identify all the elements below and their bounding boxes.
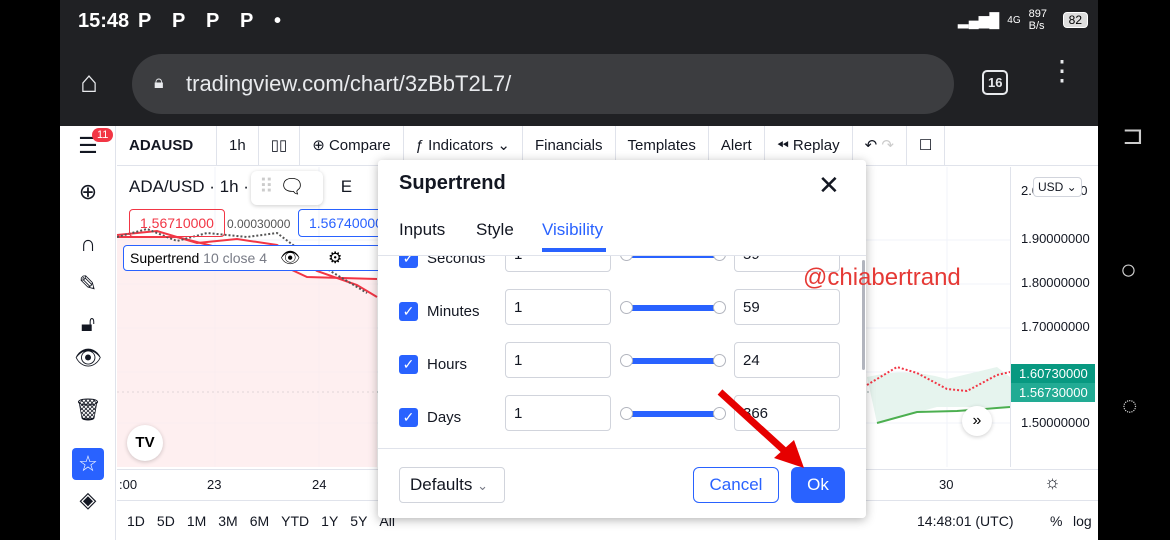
price-axis[interactable]: 2.0 00 USD ⌄ 1.90000000 1.80000000 1.700… [1010, 167, 1098, 467]
to-input[interactable]: 24 [734, 342, 840, 378]
status-bar: 15:48 P P P P • ▂▄▆█ 4G 897 B/s 82 [60, 0, 1098, 48]
url-text: tradingview.com/chart/3zBbT2L7/ [186, 71, 512, 96]
slider-handle-max[interactable] [713, 301, 726, 314]
home-circle-icon[interactable]: ○ [1120, 254, 1137, 286]
home-icon[interactable]: ⌂ [80, 66, 98, 100]
active-tab-indicator [542, 248, 606, 252]
range-buttons: 1D 5D 1M 3M 6M YTD 1Y 5Y All [127, 513, 395, 529]
checkbox[interactable]: ✓ [399, 408, 418, 427]
notification-icon: P [172, 10, 186, 32]
notification-icon: P [138, 10, 152, 32]
trash-icon[interactable]: 🗑︎ [74, 396, 102, 424]
row-label: Days [427, 409, 462, 426]
from-input[interactable]: 1 [505, 289, 611, 325]
tab-count-button[interactable]: 16 [982, 70, 1009, 95]
settings-gear-icon[interactable]: ⚙︎ [328, 248, 342, 268]
row-label: Minutes [427, 303, 480, 320]
more-menu-icon[interactable]: ⋮ [1048, 57, 1076, 85]
drag-handle-icon[interactable]: ⠿ [259, 176, 274, 198]
scroll-to-realtime-button[interactable]: » [962, 406, 992, 436]
range-slider[interactable] [620, 301, 726, 314]
notification-badge: 11 [92, 128, 114, 142]
network-speed: 897 B/s [1028, 8, 1047, 32]
range-slider[interactable] [620, 407, 726, 420]
notification-dot: • [274, 10, 282, 32]
candle-style-icon[interactable]: ▯▯ [259, 126, 301, 165]
price-badge-current: 1.56730000 [1011, 383, 1095, 402]
red-arrow-annotation [717, 389, 804, 468]
function-icon: ƒ [415, 137, 429, 154]
unlock-icon[interactable]: 🔓︎ [74, 310, 102, 338]
from-input[interactable]: 1 [505, 342, 611, 378]
tab-inputs[interactable]: Inputs [399, 220, 445, 240]
range-1m[interactable]: 1M [187, 513, 206, 529]
range-slider[interactable] [620, 354, 726, 367]
close-icon[interactable]: ✕ [818, 170, 840, 201]
recents-icon[interactable]: ◌ [1122, 390, 1137, 421]
notification-icon: P [206, 10, 220, 32]
range-1d[interactable]: 1D [127, 513, 145, 529]
visibility-row-minutes: ✓ Minutes 1 59 [378, 289, 866, 341]
utc-clock[interactable]: 14:48:01 (UTC) [917, 513, 1013, 529]
android-nav-bar: ⊐ ○ ◌ [1098, 0, 1170, 540]
floating-toolbar[interactable]: ⠿ 🗨︎ [251, 171, 323, 205]
range-ytd[interactable]: YTD [281, 513, 309, 529]
battery-icon: 82 [1062, 12, 1088, 28]
sell-price[interactable]: 1.56710000 [129, 209, 225, 237]
spread: 0.00030000 [227, 217, 291, 231]
layers-icon[interactable]: ◈ [74, 486, 102, 514]
browser-bar: ⌂ 🔒︎ tradingview.com/chart/3zBbT2L7/ 16 … [60, 48, 1098, 126]
range-6m[interactable]: 6M [250, 513, 269, 529]
eye-icon[interactable]: 👁︎ [280, 248, 300, 268]
defaults-dropdown[interactable]: Defaults ⌄ [399, 467, 505, 503]
slider-handle-min[interactable] [620, 354, 633, 367]
rewind-icon: ⏪︎ [776, 137, 793, 154]
network-type: 4G [1007, 14, 1021, 26]
price-badge-up: 1.60730000 [1011, 364, 1095, 383]
checkbox[interactable]: ✓ [399, 355, 418, 374]
range-3m[interactable]: 3M [218, 513, 237, 529]
slider-handle-min[interactable] [620, 301, 633, 314]
zoom-in-icon[interactable]: ⊕ [74, 178, 102, 206]
tab-visibility[interactable]: Visibility [542, 220, 603, 240]
tradingview-logo: TV [127, 425, 163, 461]
range-1y[interactable]: 1Y [321, 513, 338, 529]
currency-select[interactable]: USD ⌄ [1033, 177, 1082, 197]
range-5d[interactable]: 5D [157, 513, 175, 529]
buy-price[interactable]: 1.56740000 [298, 209, 388, 237]
percent-toggle[interactable]: % [1050, 513, 1062, 529]
url-bar[interactable]: 🔒︎ tradingview.com/chart/3zBbT2L7/ [132, 54, 954, 114]
plus-circle-icon: ⊕ [312, 137, 329, 154]
signal-icon: ▂▄▆█ [957, 11, 1000, 28]
magnet-icon[interactable]: ∩ [74, 230, 102, 258]
comment-icon[interactable]: 🗨︎ [279, 176, 304, 198]
symbol-button[interactable]: ADAUSD [117, 126, 217, 165]
checkbox[interactable]: ✓ [399, 302, 418, 321]
interval-button[interactable]: 1h [217, 126, 259, 165]
from-input[interactable]: 1 [505, 395, 611, 431]
watermark: @chiabertrand [803, 264, 961, 291]
row-label: Hours [427, 356, 468, 373]
clock: 15:48 [78, 10, 130, 32]
slider-handle-min[interactable] [620, 407, 633, 420]
fullscreen-icon[interactable]: ☐ [907, 126, 946, 165]
back-icon[interactable]: ⊐ [1122, 120, 1144, 151]
slider-handle-max[interactable] [713, 354, 726, 367]
indicator-legend[interactable]: Supertrend 10 close 4 👁︎ ⚙︎ [123, 245, 383, 271]
pencil-lock-icon[interactable]: ✎ [74, 270, 102, 298]
lock-icon: 🔒︎ [154, 72, 164, 92]
notification-icon: P [240, 10, 254, 32]
dialog-header: Supertrend ✕ Inputs Style Visibility [378, 160, 866, 256]
drawing-toolbar: ☰ 11 ⊕ ∩ ✎ 🔓︎ 👁︎ 🗑︎ ☆ ◈ [60, 126, 116, 540]
dialog-title: Supertrend [399, 172, 506, 194]
range-5y[interactable]: 5Y [350, 513, 367, 529]
settings-sun-icon[interactable]: ☼ [1044, 472, 1061, 493]
tab-style[interactable]: Style [476, 220, 514, 240]
favorites-star-icon[interactable]: ☆ [72, 448, 104, 480]
eye-icon[interactable]: 👁︎ [74, 344, 102, 372]
to-input[interactable]: 59 [734, 289, 840, 325]
log-toggle[interactable]: log [1073, 513, 1092, 529]
